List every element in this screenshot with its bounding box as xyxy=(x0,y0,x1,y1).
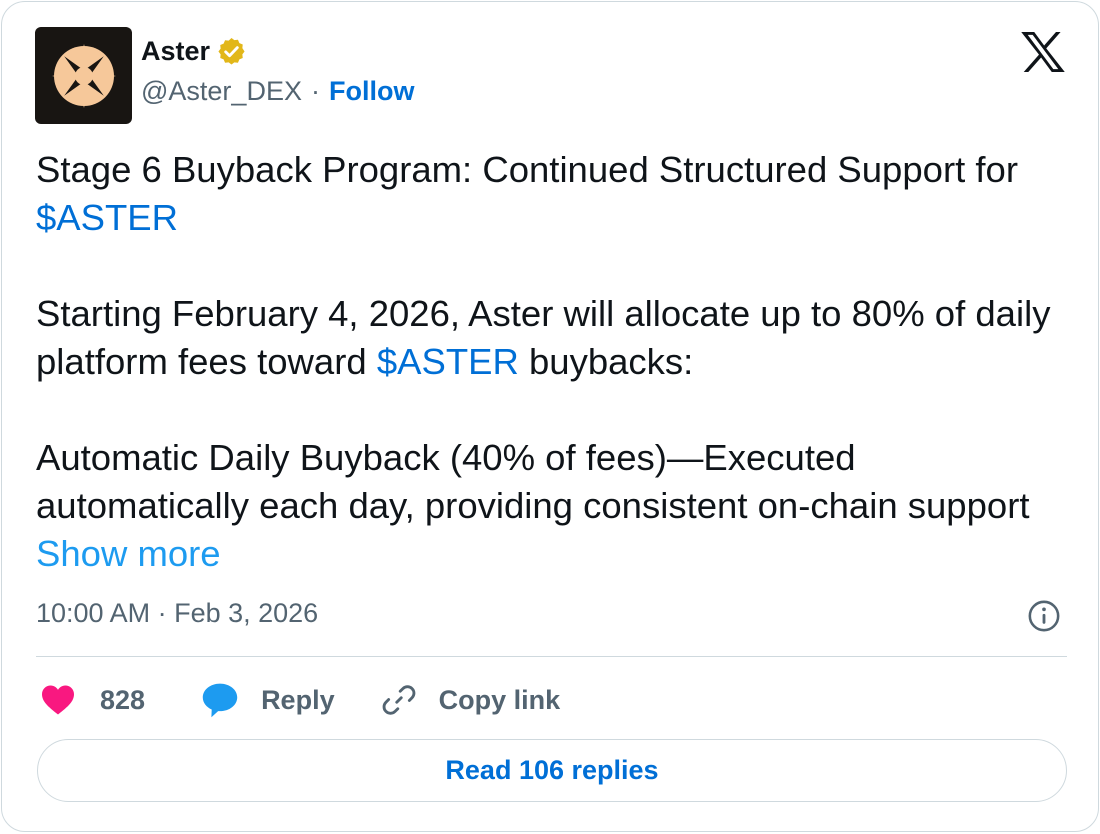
like-button[interactable]: 828 xyxy=(40,684,145,716)
action-bar: 828 Reply Copy link xyxy=(40,678,560,722)
heart-icon xyxy=(42,685,74,715)
author-name-row: Aster xyxy=(141,36,247,67)
tweet-text-segment: Stage 6 Buyback Program: Continued Struc… xyxy=(36,149,1018,190)
reply-label: Reply xyxy=(261,684,335,715)
tweet-text: Stage 6 Buyback Program: Continued Struc… xyxy=(36,146,1071,578)
author-handle[interactable]: @Aster_DEX xyxy=(141,76,302,107)
info-icon[interactable] xyxy=(1027,599,1061,633)
speech-bubble-icon xyxy=(202,683,238,718)
follow-button[interactable]: Follow xyxy=(329,76,414,107)
avatar[interactable] xyxy=(35,27,132,124)
link-icon xyxy=(382,685,415,715)
aster-star-logo-icon xyxy=(51,43,116,108)
verified-badge-icon xyxy=(218,37,245,65)
show-more-link[interactable]: Show more xyxy=(36,533,221,574)
separator-dot: · xyxy=(310,76,320,106)
like-count: 828 xyxy=(100,684,146,715)
divider xyxy=(36,656,1067,657)
tweet-text-segment: Automatic Daily Buyback (40% of fees)—Ex… xyxy=(36,437,1030,526)
cashtag-link[interactable]: $ASTER xyxy=(377,341,519,382)
tweet-text-segment: buybacks: xyxy=(518,341,694,382)
cashtag-link[interactable]: $ASTER xyxy=(36,197,178,238)
tweet-timestamp[interactable]: 10:00 AM · Feb 3, 2026 xyxy=(36,598,318,629)
tweet-paragraph-3: Automatic Daily Buyback (40% of fees)—Ex… xyxy=(36,434,1071,578)
tweet-paragraph-1: Stage 6 Buyback Program: Continued Struc… xyxy=(36,146,1071,242)
x-logo-icon[interactable] xyxy=(1020,31,1066,73)
read-replies-button[interactable]: Read 106 replies xyxy=(37,739,1067,802)
copy-link-button[interactable]: Copy link xyxy=(381,682,561,718)
tweet-card: Aster @Aster_DEX · Follow Stage 6 Buybac… xyxy=(1,1,1099,832)
reply-button[interactable]: Reply xyxy=(201,682,335,718)
tweet-paragraph-2: Starting February 4, 2026, Aster will al… xyxy=(36,290,1071,386)
copy-link-label: Copy link xyxy=(438,684,561,715)
author-name[interactable]: Aster xyxy=(141,36,210,67)
author-handle-row: @Aster_DEX · Follow xyxy=(141,76,414,107)
